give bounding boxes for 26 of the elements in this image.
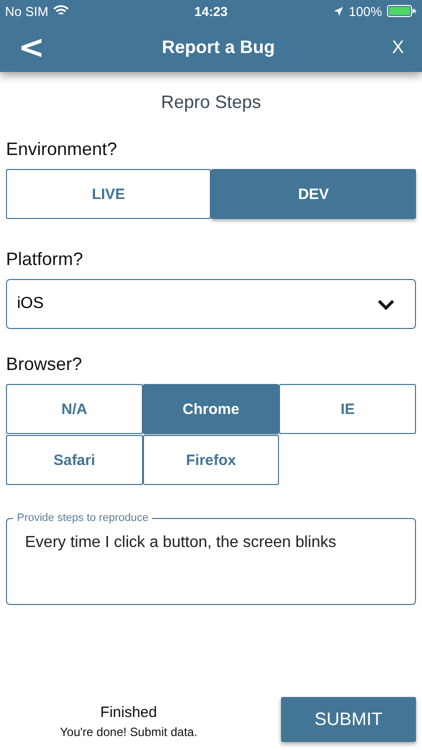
submit-button[interactable]: SUBMIT — [281, 697, 416, 742]
clock-text: 14:23 — [194, 4, 228, 18]
field-label: Platform? — [6, 249, 84, 270]
platform-dropdown[interactable]: iOS — [6, 279, 416, 329]
close-button[interactable]: X — [388, 36, 408, 58]
back-button[interactable]: < — [14, 31, 49, 63]
section-title: Repro Steps — [160, 92, 262, 113]
field-label: Browser? — [6, 354, 84, 375]
chevron-down-icon — [377, 298, 395, 310]
option-button[interactable]: Safari — [6, 435, 143, 485]
option-button[interactable]: IE — [279, 384, 416, 434]
option-button[interactable]: Chrome — [142, 384, 280, 434]
option-button[interactable]: Firefox — [142, 435, 280, 485]
field-label: Environment? — [6, 139, 118, 160]
location-arrow-icon — [332, 6, 344, 16]
option-button[interactable]: N/A — [6, 384, 143, 434]
wifi-icon — [53, 5, 70, 17]
battery-icon — [387, 5, 417, 17]
option-button[interactable]: LIVE — [6, 169, 211, 219]
screen-title: Report a Bug — [162, 36, 275, 58]
option-button[interactable]: DEV — [211, 169, 416, 219]
finished-subtitle: You're done! Submit data. — [60, 725, 198, 739]
steps-field[interactable]: Provide steps to reproduce Every time I click a button, the screen blinks — [6, 512, 416, 605]
finished-title: Finished — [100, 704, 157, 721]
carrier-text: No SIM — [5, 4, 48, 18]
battery-percent-text: 100% — [348, 4, 382, 18]
